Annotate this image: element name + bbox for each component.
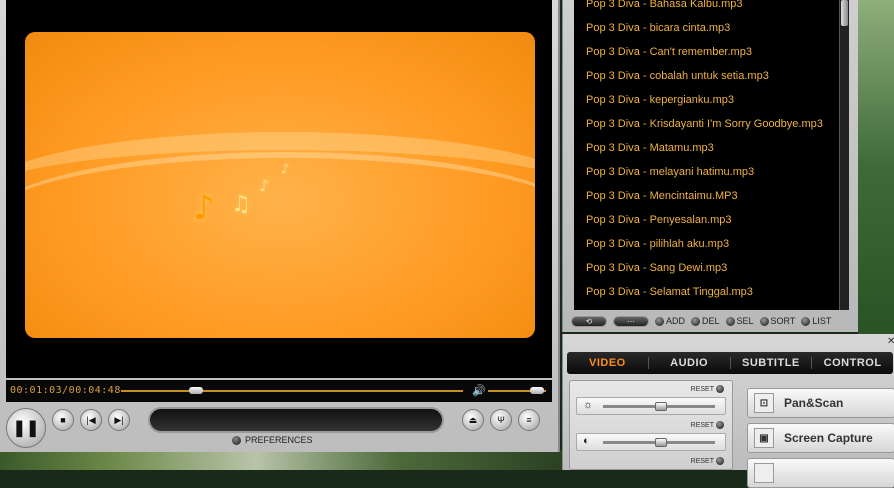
seek-thumb[interactable] bbox=[189, 387, 204, 394]
mode-icon bbox=[754, 463, 774, 483]
more-mode-button[interactable] bbox=[747, 458, 894, 488]
list-label: LIST bbox=[812, 316, 832, 326]
scroll-thumb[interactable] bbox=[841, 0, 848, 26]
next-button[interactable]: ▶| bbox=[108, 409, 130, 431]
repeat-button[interactable]: ⟲ bbox=[571, 315, 607, 327]
radio-icon bbox=[691, 316, 701, 326]
audio-visualization: ♪ ♫ ♪ ♪ bbox=[25, 32, 535, 338]
volume-thumb[interactable] bbox=[530, 387, 545, 394]
prev-icon: |◀ bbox=[86, 414, 96, 425]
playlist-window: Pop 3 Diva - Bahasa Kalbu.mp3 Pop 3 Diva … bbox=[562, 0, 858, 332]
sun-icon: ☼ bbox=[583, 399, 594, 411]
playlist-toolbar: ⟲ ⋯ ADD DEL SEL SORT LIST bbox=[571, 312, 853, 330]
radio-icon bbox=[801, 316, 811, 326]
tab-subtitle[interactable]: SUBTITLE bbox=[731, 357, 813, 369]
control-bar: ❚❚ ■ |◀ ▶| ⏏ Ψ ≡ PREFERENCES bbox=[0, 402, 558, 452]
slider-thumb[interactable] bbox=[655, 438, 667, 447]
contrast-slider[interactable]: ◐ bbox=[576, 433, 726, 451]
playlist-item[interactable]: Pop 3 Diva - kepergianku.mp3 bbox=[586, 94, 734, 106]
video-area[interactable]: ♪ ♫ ♪ ♪ bbox=[6, 0, 552, 378]
eject-icon: ⏏ bbox=[468, 414, 478, 425]
reset-label: RESET bbox=[690, 421, 714, 429]
radio-icon bbox=[232, 435, 241, 445]
player-window: ♪ ♫ ♪ ♪ 00:01:03/00:04:48 🔊 ❚❚ ■ |◀ ▶| ⏏ Ψ … bbox=[0, 0, 560, 452]
equalizer-button[interactable]: Ψ bbox=[490, 409, 512, 431]
radio-icon bbox=[725, 316, 735, 326]
playlist-item[interactable]: Pop 3 Diva - bicara cinta.mp3 bbox=[586, 22, 730, 34]
sel-button[interactable]: SEL bbox=[725, 316, 754, 326]
playlist-item[interactable]: Pop 3 Diva - pilihlah aku.mp3 bbox=[586, 238, 729, 250]
radio-icon bbox=[716, 457, 724, 465]
equalizer-icon: Ψ bbox=[497, 415, 505, 425]
reset-saturation-button[interactable]: RESET bbox=[691, 457, 724, 465]
screen-capture-button[interactable]: ▣ Screen Capture bbox=[747, 423, 894, 453]
settings-tabs: VIDEO AUDIO SUBTITLE CONTROL bbox=[567, 352, 893, 374]
status-display bbox=[148, 407, 444, 433]
reset-contrast-button[interactable]: RESET bbox=[691, 421, 724, 429]
playlist-button[interactable]: ≡ bbox=[518, 409, 540, 431]
next-icon: ▶| bbox=[114, 414, 124, 425]
del-button[interactable]: DEL bbox=[691, 316, 720, 326]
playlist-item[interactable]: Pop 3 Diva - Selamat Tinggal.mp3 bbox=[586, 286, 753, 298]
time-bar: 00:01:03/00:04:48 🔊 bbox=[6, 380, 552, 402]
screen-capture-label: Screen Capture bbox=[784, 431, 873, 445]
pause-icon: ❚❚ bbox=[12, 420, 40, 437]
reset-label: RESET bbox=[690, 457, 714, 465]
timecode: 00:01:03/00:04:48 bbox=[10, 385, 121, 396]
playlist-item[interactable]: Pop 3 Diva - Can't remember.mp3 bbox=[586, 46, 752, 58]
contrast-icon: ◐ bbox=[583, 435, 590, 447]
pan-scan-button[interactable]: ⊡ Pan&Scan bbox=[747, 388, 894, 418]
radio-icon bbox=[759, 316, 769, 326]
sel-label: SEL bbox=[736, 316, 754, 326]
desktop-wallpaper-bottom bbox=[0, 450, 568, 470]
preferences-button[interactable]: PREFERENCES bbox=[232, 435, 313, 445]
list-button[interactable]: LIST bbox=[801, 316, 831, 326]
radio-icon bbox=[655, 316, 664, 326]
radio-icon bbox=[716, 385, 724, 393]
playlist-item[interactable]: Pop 3 Diva - Sang Dewi.mp3 bbox=[586, 262, 727, 274]
brightness-slider[interactable]: ☼ bbox=[576, 397, 726, 415]
add-label: ADD bbox=[666, 316, 686, 326]
settings-panel: ✕ VIDEO AUDIO SUBTITLE CONTROL RESET ☼ R… bbox=[562, 334, 894, 488]
playlist[interactable]: Pop 3 Diva - Bahasa Kalbu.mp3 Pop 3 Diva … bbox=[574, 0, 842, 310]
speaker-icon[interactable]: 🔊 bbox=[472, 384, 486, 397]
shuffle-button[interactable]: ⋯ bbox=[613, 315, 649, 327]
playlist-scrollbar[interactable] bbox=[839, 0, 849, 310]
close-icon[interactable]: ✕ bbox=[887, 336, 894, 347]
reset-brightness-button[interactable]: RESET bbox=[691, 385, 724, 393]
playlist-item[interactable]: Pop 3 Diva - Matamu.mp3 bbox=[586, 142, 714, 154]
stop-button[interactable]: ■ bbox=[52, 409, 74, 431]
stop-icon: ■ bbox=[60, 415, 66, 425]
add-button[interactable]: ADD bbox=[655, 316, 685, 326]
playlist-item[interactable]: Pop 3 Diva - Mencintaimu.MP3 bbox=[586, 190, 738, 202]
playlist-item[interactable]: Pop 3 Diva - Krisdayanti I'm Sorry Goodb… bbox=[586, 118, 823, 130]
reset-label: RESET bbox=[690, 385, 714, 393]
wave-decoration bbox=[25, 152, 535, 292]
preferences-label: PREFERENCES bbox=[245, 435, 313, 445]
video-adjust-box: RESET ☼ RESET ◐ RESET bbox=[569, 380, 733, 470]
pan-scan-label: Pan&Scan bbox=[784, 396, 844, 410]
camera-icon: ▣ bbox=[754, 428, 774, 448]
eject-button[interactable]: ⏏ bbox=[462, 409, 484, 431]
tab-audio[interactable]: AUDIO bbox=[649, 357, 731, 369]
sort-button[interactable]: SORT bbox=[759, 316, 796, 326]
playlist-item[interactable]: Pop 3 Diva - cobalah untuk setia.mp3 bbox=[586, 70, 769, 82]
playlist-item[interactable]: Pop 3 Diva - melayani hatimu.mp3 bbox=[586, 166, 754, 178]
radio-icon bbox=[716, 421, 724, 429]
del-label: DEL bbox=[702, 316, 720, 326]
slider-thumb[interactable] bbox=[655, 402, 667, 411]
sort-label: SORT bbox=[770, 316, 796, 326]
pan-scan-icon: ⊡ bbox=[754, 393, 774, 413]
pause-button[interactable]: ❚❚ bbox=[6, 408, 46, 448]
playlist-icon: ≡ bbox=[526, 415, 532, 425]
tab-video[interactable]: VIDEO bbox=[567, 357, 649, 369]
playlist-item[interactable]: Pop 3 Diva - Penyesalan.mp3 bbox=[586, 214, 732, 226]
tab-control[interactable]: CONTROL bbox=[812, 357, 893, 369]
playlist-item[interactable]: Pop 3 Diva - Bahasa Kalbu.mp3 bbox=[586, 0, 743, 10]
seek-bar[interactable] bbox=[121, 390, 463, 392]
prev-button[interactable]: |◀ bbox=[80, 409, 102, 431]
